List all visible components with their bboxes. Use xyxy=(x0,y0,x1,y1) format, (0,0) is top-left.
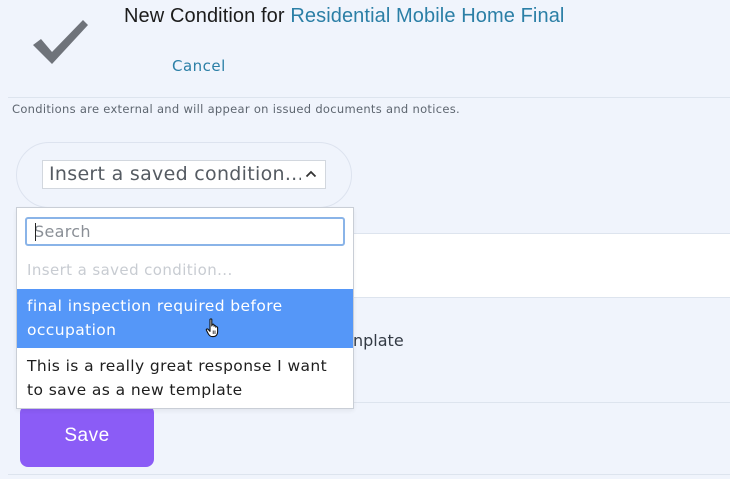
title-prefix: New Condition for xyxy=(124,5,291,27)
checkmark-icon xyxy=(33,20,88,64)
divider xyxy=(8,474,730,475)
dropdown-option-placeholder: Insert a saved condition... xyxy=(27,261,233,279)
text-cursor xyxy=(35,223,36,241)
cancel-link[interactable]: Cancel xyxy=(172,57,226,75)
hand-pointer-icon xyxy=(205,318,219,338)
saved-condition-select[interactable]: Insert a saved condition... xyxy=(42,160,326,189)
dropdown-option-highlighted[interactable]: final inspection required before occupat… xyxy=(17,289,353,348)
record-link[interactable]: Residential Mobile Home Final xyxy=(290,5,564,27)
conditions-description: Conditions are external and will appear … xyxy=(12,102,460,116)
divider xyxy=(8,97,730,98)
page-title: New Condition for Residential Mobile Hom… xyxy=(124,5,564,28)
divider xyxy=(352,402,730,403)
condition-text-panel xyxy=(352,233,730,298)
chevron-up-icon xyxy=(305,170,317,178)
save-as-template-label: nplate xyxy=(353,331,404,350)
dropdown-option[interactable]: This is a really great response I want t… xyxy=(17,352,353,408)
saved-condition-dropdown: Insert a saved condition... final inspec… xyxy=(16,207,354,409)
save-button[interactable]: Save xyxy=(20,405,154,467)
select-value: Insert a saved condition... xyxy=(49,163,301,185)
search-input[interactable] xyxy=(25,217,345,246)
